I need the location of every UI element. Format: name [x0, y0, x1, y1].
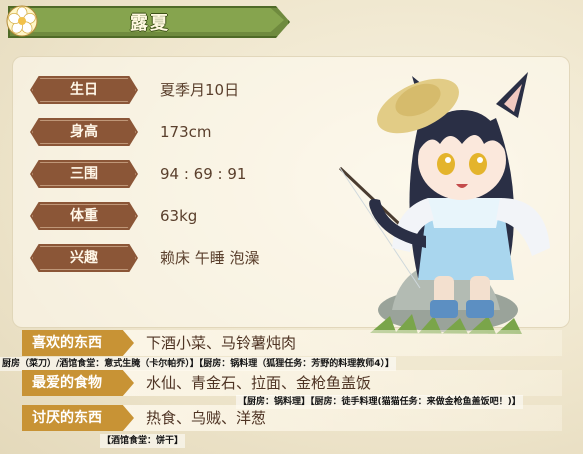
weight-value: 63kg — [160, 207, 198, 225]
profile-row-measurements: 三围 94 : 69 : 91 — [30, 160, 278, 188]
birthday-label: 生日 — [30, 76, 138, 104]
hates-label: 讨厌的东西 — [22, 405, 134, 431]
profile-row-birthday: 生日 夏季月10日 — [30, 76, 278, 104]
measurements-label: 三围 — [30, 160, 138, 188]
hates-source-note: 【酒馆食堂：饼干】 — [100, 434, 186, 448]
loves-value: 水仙、青金石、拉面、金枪鱼盖饭 — [146, 374, 372, 392]
loves-label: 最爱的食物 — [22, 370, 134, 396]
height-value: 173cm — [160, 123, 212, 141]
birthday-value: 夏季月10日 — [160, 81, 240, 99]
page-title: 露夏 — [130, 13, 170, 34]
measurements-value: 94 : 69 : 91 — [160, 165, 247, 183]
weight-label: 体重 — [30, 202, 138, 230]
likes-label: 喜欢的东西 — [22, 330, 134, 356]
likes-value: 下酒小菜、马铃薯炖肉 — [146, 334, 297, 352]
profile-row-height: 身高 173cm — [30, 118, 278, 146]
likes-source-note: 厨房（菜刀）/酒馆食堂：意式生腌（卡尔帕乔）】【厨房：锅料理（狐狸任务：芳野的料… — [0, 357, 397, 371]
character-profile-screen: 露夏 生日 夏季月10日 身高 173cm 三围 94 : 69 : 91 体重… — [0, 0, 583, 454]
hobbies-value: 赖床 午睡 泡澡 — [160, 249, 260, 267]
character-portrait — [338, 72, 550, 334]
profile-row-hobbies: 兴趣 赖床 午睡 泡澡 — [30, 244, 278, 272]
height-label: 身高 — [30, 118, 138, 146]
hobbies-label: 兴趣 — [30, 244, 138, 272]
profile-row-weight: 体重 63kg — [30, 202, 278, 230]
flower-icon — [6, 5, 38, 37]
hates-value: 热食、乌贼、洋葱 — [146, 409, 267, 427]
